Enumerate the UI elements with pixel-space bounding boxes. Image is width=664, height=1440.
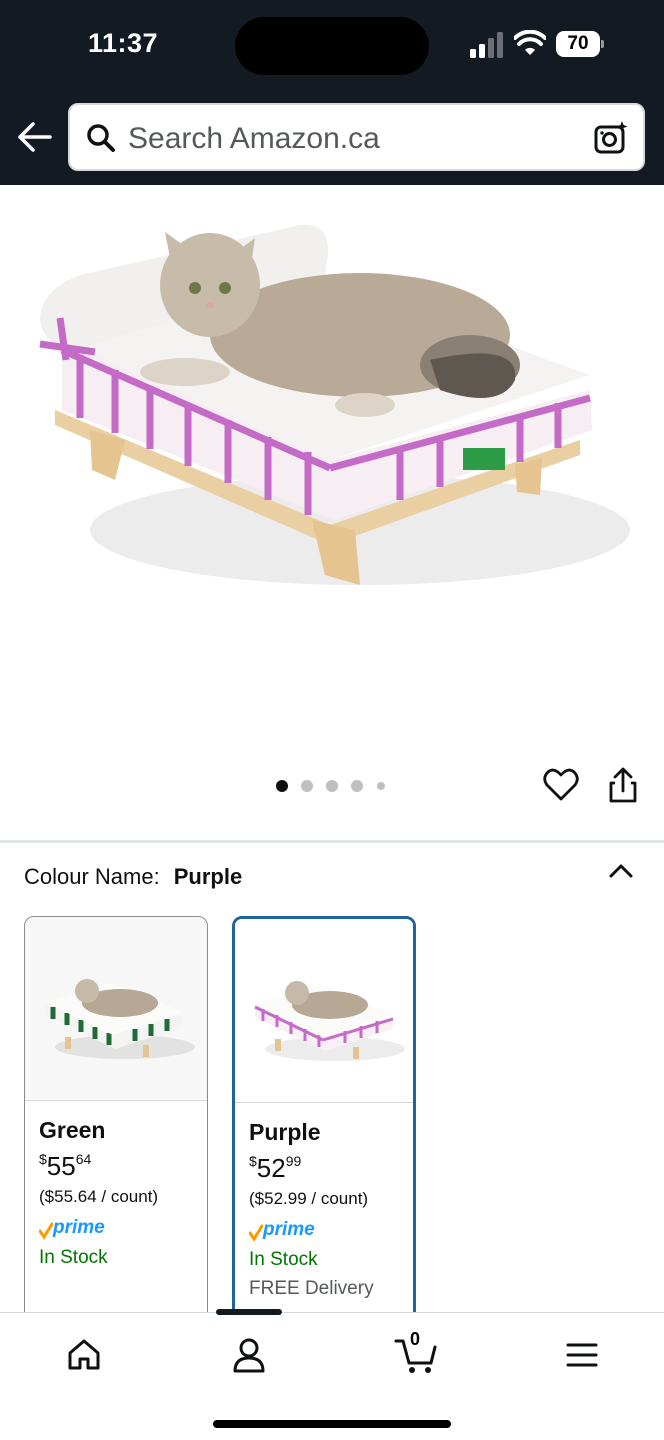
pagination-dot[interactable] — [326, 780, 338, 792]
swatch-price: $5564 — [39, 1151, 92, 1181]
product-image[interactable] — [0, 185, 664, 745]
prime-check-icon — [249, 1224, 263, 1242]
home-indicator — [213, 1420, 451, 1428]
status-time: 11:37 — [88, 28, 159, 58]
image-pagination[interactable] — [276, 780, 396, 792]
swatch-image — [235, 919, 413, 1103]
selected-colour-name: Purple — [173, 864, 243, 889]
delivery-info: FREE Delivery — [249, 1278, 374, 1299]
colour-swatch-purple[interactable]: Purple $5299 ($52.99 / count) prime In S… — [232, 916, 416, 1336]
cart-count: 0 — [410, 1329, 421, 1349]
search-input[interactable]: Search Amazon.ca — [68, 103, 645, 171]
pagination-dot[interactable] — [301, 780, 313, 792]
prime-badge: prime — [249, 1219, 329, 1243]
swatch-name: Purple — [249, 1119, 321, 1145]
home-icon[interactable] — [64, 1335, 104, 1375]
swatch-name: Green — [39, 1117, 106, 1143]
camera-search-icon[interactable] — [593, 120, 629, 156]
account-icon[interactable] — [229, 1335, 269, 1375]
colour-selector-header: Colour Name: Purple — [24, 864, 242, 890]
prime-badge: prime — [39, 1217, 119, 1241]
colour-swatch-green[interactable]: Green $5564 ($55.64 / count) prime In St… — [24, 916, 208, 1336]
battery-icon: 70 — [556, 31, 604, 57]
back-arrow-icon[interactable] — [16, 118, 54, 156]
dynamic-island — [235, 17, 429, 75]
battery-level: 70 — [556, 31, 600, 57]
search-icon — [87, 124, 115, 152]
cart-button[interactable]: 0 — [394, 1329, 438, 1375]
swatch-image — [25, 917, 207, 1101]
prime-check-icon — [39, 1222, 53, 1240]
stock-status: In Stock — [249, 1249, 318, 1270]
pagination-dot[interactable] — [377, 782, 385, 790]
section-divider — [0, 840, 664, 843]
active-tab-indicator — [216, 1309, 282, 1315]
stock-status: In Stock — [39, 1247, 108, 1268]
menu-icon[interactable] — [562, 1335, 602, 1375]
wifi-icon — [514, 30, 546, 55]
wishlist-heart-icon[interactable] — [543, 767, 579, 803]
bottom-navigation: 0 — [0, 1309, 664, 1440]
search-placeholder: Search Amazon.ca — [128, 122, 380, 155]
swatch-unit-price: ($55.64 / count) — [39, 1187, 159, 1206]
chevron-up-icon[interactable] — [606, 858, 636, 884]
cat-bed-photo — [39, 224, 630, 585]
pagination-dot-active[interactable] — [276, 780, 288, 792]
swatch-unit-price: ($52.99 / count) — [249, 1189, 369, 1208]
swatch-price: $5299 — [249, 1153, 302, 1183]
header: 11:37 70 Search Amazon.ca — [0, 0, 664, 185]
status-icons: 70 — [468, 30, 618, 60]
cellular-signal-icon — [470, 32, 503, 58]
pagination-dot[interactable] — [351, 780, 363, 792]
colour-label: Colour Name: — [24, 864, 160, 889]
share-icon[interactable] — [606, 766, 640, 804]
